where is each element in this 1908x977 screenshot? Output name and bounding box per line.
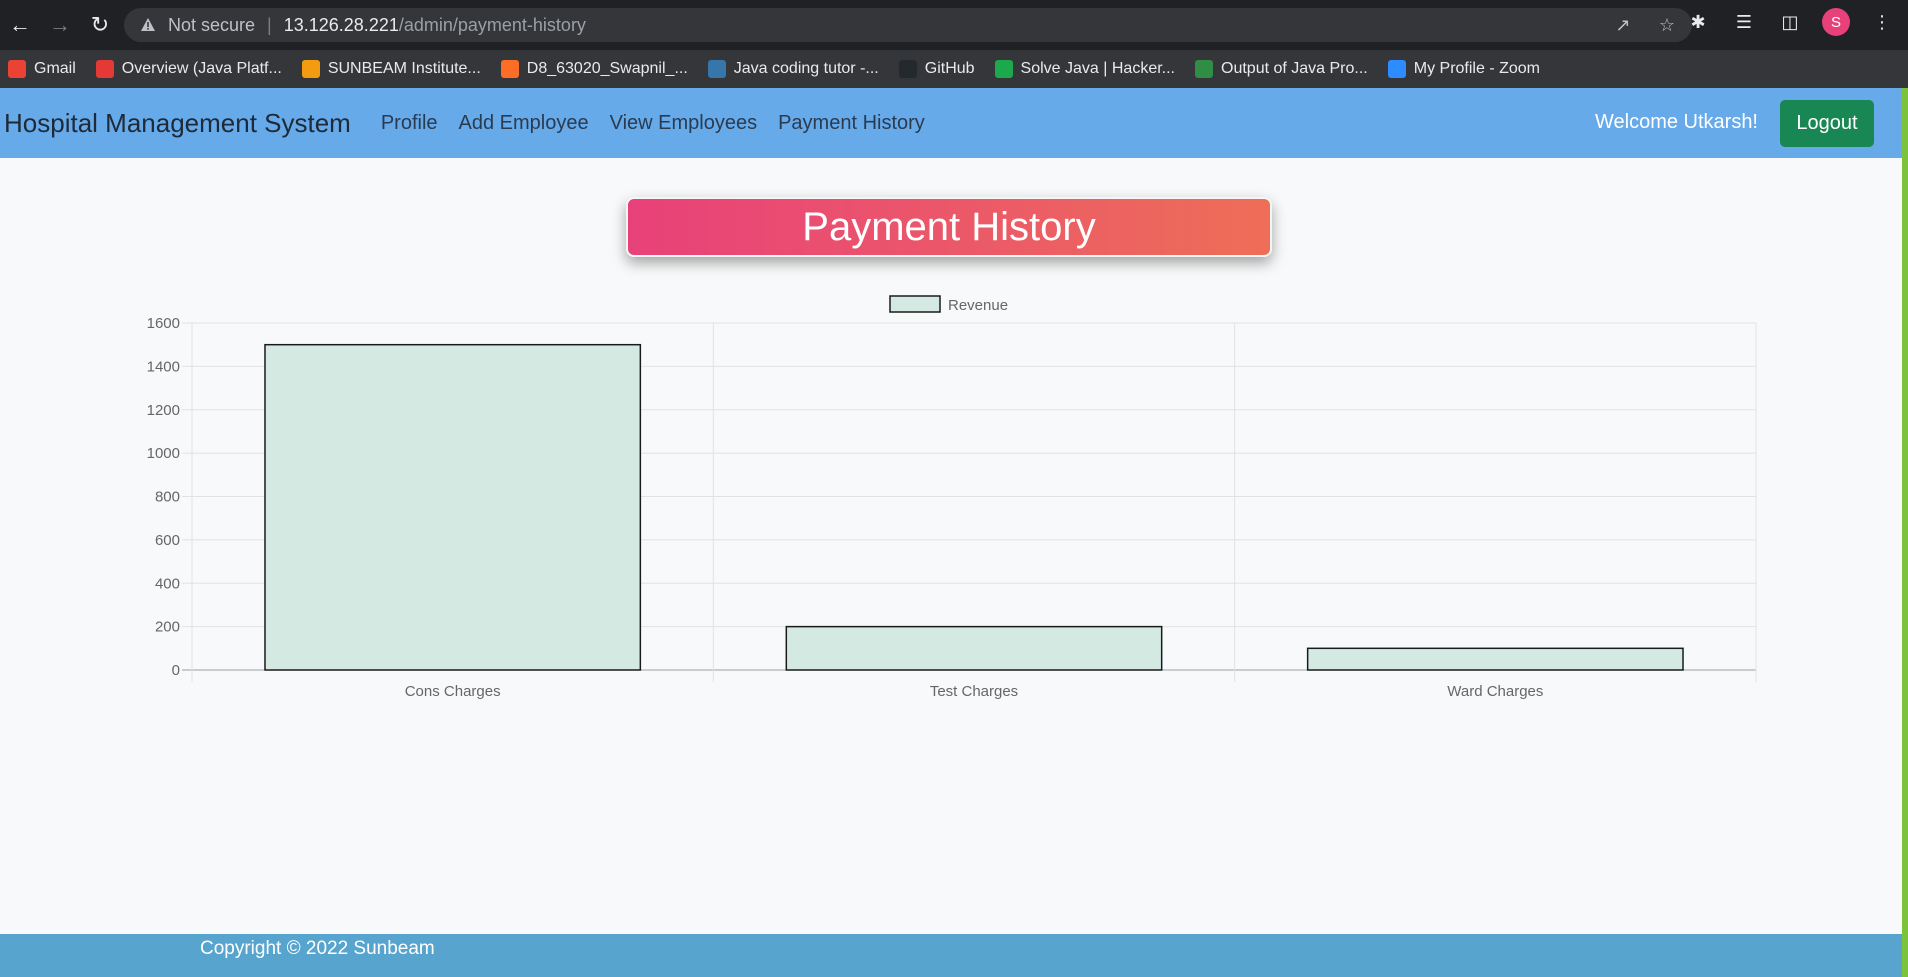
bookmark-label: GitHub [924,60,975,77]
warning-icon [138,15,158,35]
bookmark-item[interactable]: SUNBEAM Institute... [301,60,481,78]
security-label: Not secure [168,14,256,35]
url-path: /admin/payment-history [398,14,586,35]
bookmark-favicon-icon [8,60,26,78]
forward-icon[interactable]: → [40,5,80,45]
legend-swatch [889,295,941,313]
page-heading: Payment History [626,197,1272,257]
bookmark-label: Output of Java Pro... [1221,60,1368,77]
bookmark-item[interactable]: D8_63020_Swapnil_... [500,60,688,78]
extensions-icon[interactable]: ✱ [1684,8,1712,36]
x-tick-label: Ward Charges [1447,683,1543,700]
revenue-chart: 0 200 400 600 800 1000 1200 1400 1600 Cons Charge… [120,288,1770,708]
y-tick-label: 600 [155,532,180,549]
chart-svg: 0 200 400 600 800 1000 1200 1400 1600 Cons Charge… [147,295,1757,700]
media-queue-icon[interactable]: ☰ [1730,8,1758,36]
bookmark-item[interactable]: My Profile - Zoom [1387,60,1540,78]
y-tick-label: 1600 [147,315,180,332]
bookmarks-bar: Gmail Overview (Java Platf... SUNBEAM Inst… [0,50,1908,88]
bookmark-favicon-icon [898,60,917,78]
nav-view-employees[interactable]: View Employees [610,112,757,135]
bar-test-charges [785,625,1163,671]
bookmark-item[interactable]: Gmail [8,60,76,78]
back-icon[interactable]: ← [0,5,40,45]
y-tick-label: 800 [155,489,180,506]
nav-payment-history[interactable]: Payment History [778,112,925,135]
bookmark-label: Gmail [34,60,76,77]
y-tick-label: 1000 [147,445,180,462]
bookmark-item[interactable]: Overview (Java Platf... [95,60,282,78]
y-tick-label: 1400 [147,358,180,375]
legend-label: Revenue [948,297,1008,314]
y-tick-label: 200 [155,619,180,636]
bookmark-item[interactable]: GitHub [898,60,975,78]
bookmark-label: D8_63020_Swapnil_... [526,60,688,77]
reload-icon[interactable]: ↻ [80,5,120,45]
bookmark-label: My Profile - Zoom [1413,60,1540,77]
browser-toolbar: ← → ↻ Not secure | 13.126.28.221/admin/p… [0,0,1908,50]
bookmark-favicon-icon [1387,60,1406,78]
bar-cons-charges [264,343,642,671]
bookmark-item[interactable]: Java coding tutor -... [707,60,879,78]
bookmark-favicon-icon [707,60,726,78]
x-tick-label: Test Charges [930,683,1018,700]
url-host: 13.126.28.221 [283,14,399,35]
brand-title[interactable]: Hospital Management System [4,108,351,139]
bookmark-star-icon[interactable]: ☆ [1656,14,1678,36]
bookmark-label: Overview (Java Platf... [121,60,282,77]
welcome-text: Welcome Utkarsh! [1594,111,1758,133]
bookmark-label: Java coding tutor -... [733,60,879,77]
logout-button[interactable]: Logout [1780,100,1874,147]
x-tick-label: Cons Charges [405,683,501,700]
y-tick-label: 0 [172,662,180,679]
bookmark-item[interactable]: Solve Java | Hacker... [994,60,1175,78]
menu-kebab-icon[interactable]: ⋮ [1868,8,1896,36]
bookmark-favicon-icon [301,60,320,78]
bookmark-favicon-icon [1195,60,1213,78]
profile-avatar[interactable]: S [1822,8,1850,36]
bookmark-favicon-icon [994,60,1013,78]
bookmark-favicon-icon [500,60,519,78]
copyright-text: Copyright © 2022 Sunbeam [200,938,435,959]
address-separator: | [267,14,272,35]
bookmark-label: SUNBEAM Institute... [327,60,481,77]
y-tick-label: 400 [155,575,180,592]
address-bar[interactable]: Not secure | 13.126.28.221/admin/payment… [124,8,1692,42]
bookmark-item[interactable]: Output of Java Pro... [1195,60,1368,78]
bookmark-label: Solve Java | Hacker... [1020,60,1175,77]
bar-ward-charges [1306,647,1684,671]
bookmark-favicon-icon [95,60,114,78]
right-edge-strip [1902,88,1908,977]
nav-profile[interactable]: Profile [381,112,438,135]
footer: Copyright © 2022 Sunbeam [0,934,1902,977]
share-icon[interactable]: ↗ [1612,14,1634,36]
side-panel-icon[interactable]: ◫ [1776,8,1804,36]
app-navbar: Hospital Management System Profile Add E… [0,88,1908,158]
nav-add-employee[interactable]: Add Employee [459,112,589,135]
y-tick-label: 1200 [147,402,180,419]
